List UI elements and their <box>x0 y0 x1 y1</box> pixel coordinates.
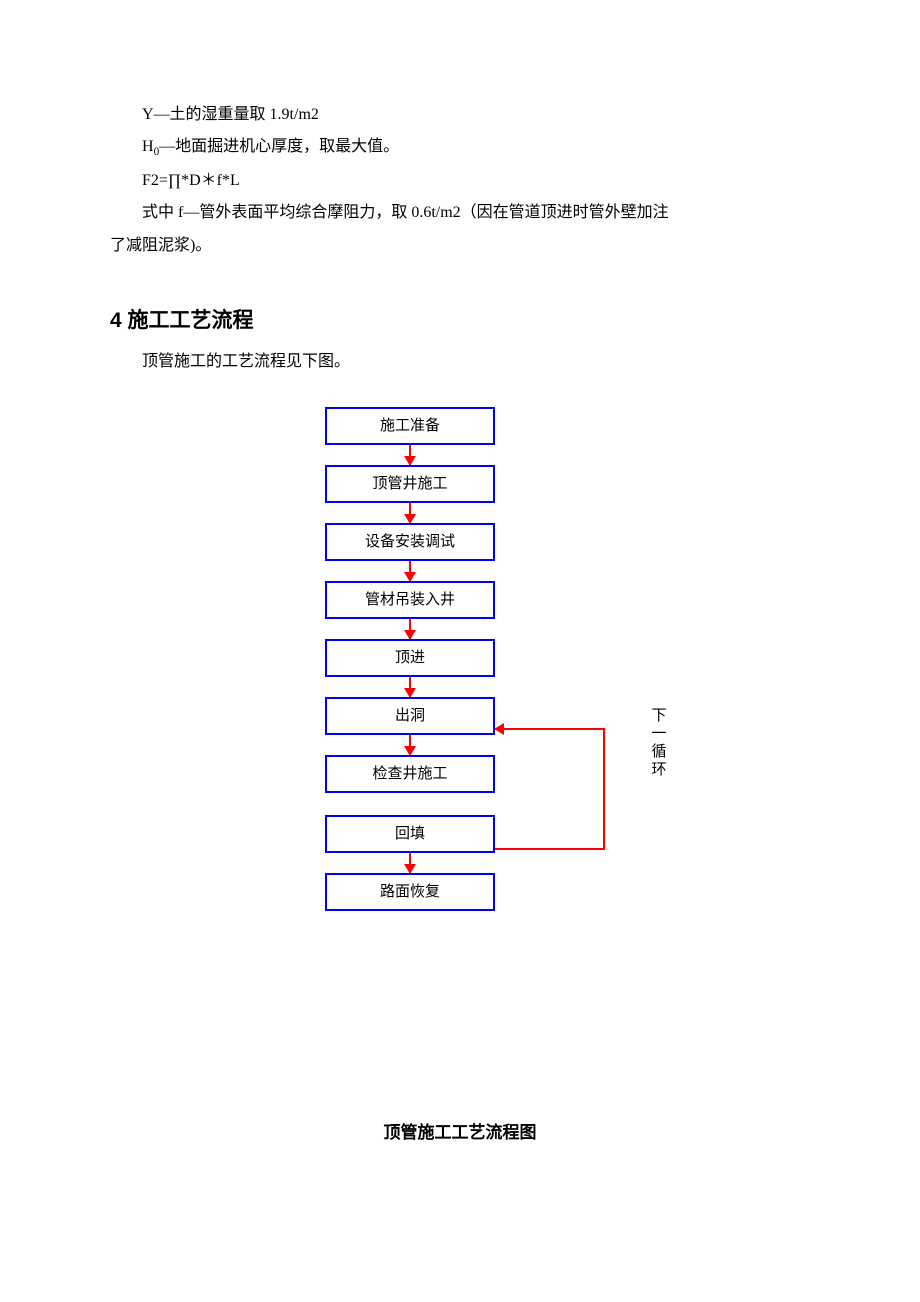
step-well: 顶管井施工 <box>325 465 495 503</box>
arrow-icon <box>409 619 411 639</box>
paragraph-f-desc: 式中 f—管外表面平均综合摩阻力，取 0.6t/m2（因在管道顶进时管外壁加注 <box>110 198 810 228</box>
flow-column: 施工准备 顶管井施工 设备安装调试 管材吊装入井 顶进 出洞 检查井施工 回填 … <box>310 407 510 911</box>
section-4-title: 4 施工工艺流程 <box>110 301 810 341</box>
arrow-icon <box>409 853 411 873</box>
loop-line-bottom <box>495 848 605 850</box>
step-road: 路面恢复 <box>325 873 495 911</box>
step-inspect: 检查井施工 <box>325 755 495 793</box>
section-name: 施工工艺流程 <box>128 309 254 332</box>
step-backfill: 回填 <box>325 815 495 853</box>
paragraph-h0: H0—地面掘进机心厚度，取最大值。 <box>110 132 810 163</box>
step-exit: 出洞 <box>325 697 495 735</box>
arrow-icon <box>409 445 411 465</box>
flow-caption: 顶管施工工艺流程图 <box>110 1117 810 1149</box>
paragraph-f-desc-2: 了减阻泥浆)。 <box>110 231 810 261</box>
step-prep: 施工准备 <box>325 407 495 445</box>
paragraph-f2: F2=∏*D＊f*L <box>110 166 810 196</box>
h0-b: —地面掘进机心厚度，取最大值。 <box>159 138 399 155</box>
arrow-icon <box>409 561 411 581</box>
h0-a: H <box>142 138 154 155</box>
section-4-intro: 顶管施工的工艺流程见下图。 <box>110 347 810 377</box>
step-install: 设备安装调试 <box>325 523 495 561</box>
section-num: 4 <box>110 309 122 332</box>
paragraph-y: Y—土的湿重量取 1.9t/m2 <box>110 100 810 130</box>
arrow-icon <box>409 677 411 697</box>
step-hoist: 管材吊装入井 <box>325 581 495 619</box>
loop-label: 下一循环 <box>650 707 668 779</box>
flowchart: 施工准备 顶管井施工 设备安装调试 管材吊装入井 顶进 出洞 检查井施工 回填 … <box>110 407 810 1087</box>
arrow-icon <box>409 735 411 755</box>
step-jacking: 顶进 <box>325 639 495 677</box>
loop-line-vertical <box>603 728 605 848</box>
arrow-icon <box>409 503 411 523</box>
loop-line-top <box>495 728 605 730</box>
